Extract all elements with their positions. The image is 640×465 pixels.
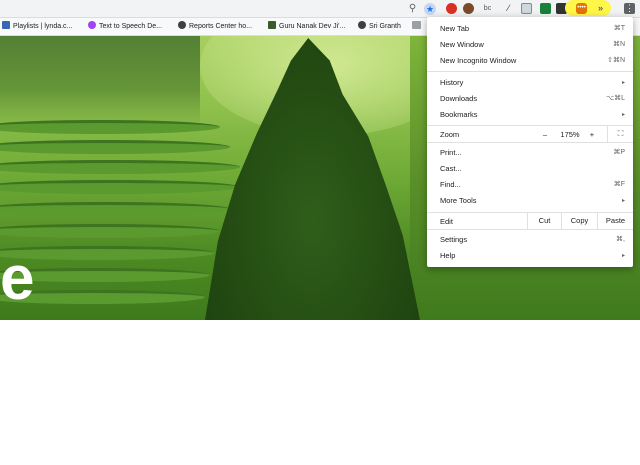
browser-toolbar: ⚲ ★ bc ∕ •••• » ⋮ [0,0,640,18]
browser-screen: e ⚲ ★ bc ∕ •••• » ⋮ Playlists | lynda.c.… [0,0,640,465]
extension-pen-icon[interactable]: ∕ [503,3,514,14]
extension-gray-icon[interactable] [521,3,532,14]
extension-orange-icon[interactable]: •••• [576,3,587,14]
tea-terrace [0,202,230,216]
shortcut-label: ⌥⌘L [606,95,625,102]
shortcut-label: ⌘F [613,181,625,188]
tea-terrace [0,120,220,134]
hero-text: e [0,244,35,313]
speech-icon [88,21,96,29]
menu-item-new-tab[interactable]: New Tab ⌘T [427,22,633,36]
fullscreen-icon[interactable]: ⛶ [607,126,633,142]
bookmark-item[interactable]: Playlists | lynda.c... [2,21,72,33]
paste-button[interactable]: Paste [597,213,633,229]
shortcut-label: ⌘T [613,25,625,32]
chevron-right-icon: ▸ [621,198,625,204]
menu-item-find[interactable]: Find... ⌘F [427,178,633,192]
menu-item-downloads[interactable]: Downloads ⌥⌘L [427,92,633,106]
extension-red-icon[interactable] [446,3,457,14]
tea-terrace [0,160,240,174]
chrome-main-menu: New Tab ⌘T New Window ⌘N New Incognito Win… [427,17,633,267]
extension-brown-icon[interactable] [463,3,474,14]
shortcut-label: ⌘, [616,236,625,243]
forest-backdrop [0,36,200,126]
menu-item-cast[interactable]: Cast... [427,162,633,176]
tea-terrace [0,180,240,194]
globe-icon [178,21,186,29]
chevron-right-icon: ▸ [621,80,625,86]
edit-row: Edit Cut Copy Paste [427,212,633,230]
bookmark-star-icon[interactable]: ★ [424,3,436,15]
extension-overflow-icon[interactable]: » [595,3,606,14]
image-icon [268,21,276,29]
zoom-out-button[interactable]: – [539,128,551,142]
globe-icon [358,21,366,29]
playlist-icon [2,21,10,29]
folder-icon [412,21,421,29]
tea-terrace [0,140,230,154]
search-icon[interactable]: ⚲ [407,3,418,14]
menu-item-bookmarks[interactable]: Bookmarks ▸ [427,108,633,122]
extension-bc-icon[interactable]: bc [482,3,493,14]
cut-button[interactable]: Cut [527,213,561,229]
edit-label: Edit [440,217,453,226]
bookmark-item[interactable]: Text to Speech De... [88,21,162,33]
menu-item-new-incognito[interactable]: New Incognito Window ⇧⌘N [427,54,633,68]
bookmark-folder[interactable] [412,21,424,33]
zoom-row: Zoom – 175% + ⛶ [427,125,633,143]
menu-divider [427,71,633,72]
tea-terrace [0,224,220,238]
bookmark-item[interactable]: Guru Nanak Dev Ji'... [268,21,345,33]
zoom-level: 175% [560,130,580,139]
menu-item-more-tools[interactable]: More Tools ▸ [427,194,633,208]
chevron-right-icon: ▸ [621,112,625,118]
copy-button[interactable]: Copy [561,213,597,229]
menu-item-help[interactable]: Help ▸ [427,249,633,263]
chevron-right-icon: ▸ [621,253,625,259]
zoom-in-button[interactable]: + [586,128,598,142]
menu-item-new-window[interactable]: New Window ⌘N [427,38,633,52]
menu-item-settings[interactable]: Settings ⌘, [427,233,633,247]
bookmark-item[interactable]: Reports Center ho... [178,21,252,33]
extension-green-icon[interactable] [540,3,551,14]
menu-item-print[interactable]: Print... ⌘P [427,146,633,160]
menu-item-history[interactable]: History ▸ [427,76,633,90]
chrome-menu-icon[interactable]: ⋮ [624,3,635,14]
shortcut-label: ⌘N [612,41,625,48]
shortcut-label: ⇧⌘N [607,57,625,64]
bookmark-item[interactable]: Sri Granth [358,21,401,33]
shortcut-label: ⌘P [613,149,625,156]
zoom-label: Zoom [440,130,460,139]
